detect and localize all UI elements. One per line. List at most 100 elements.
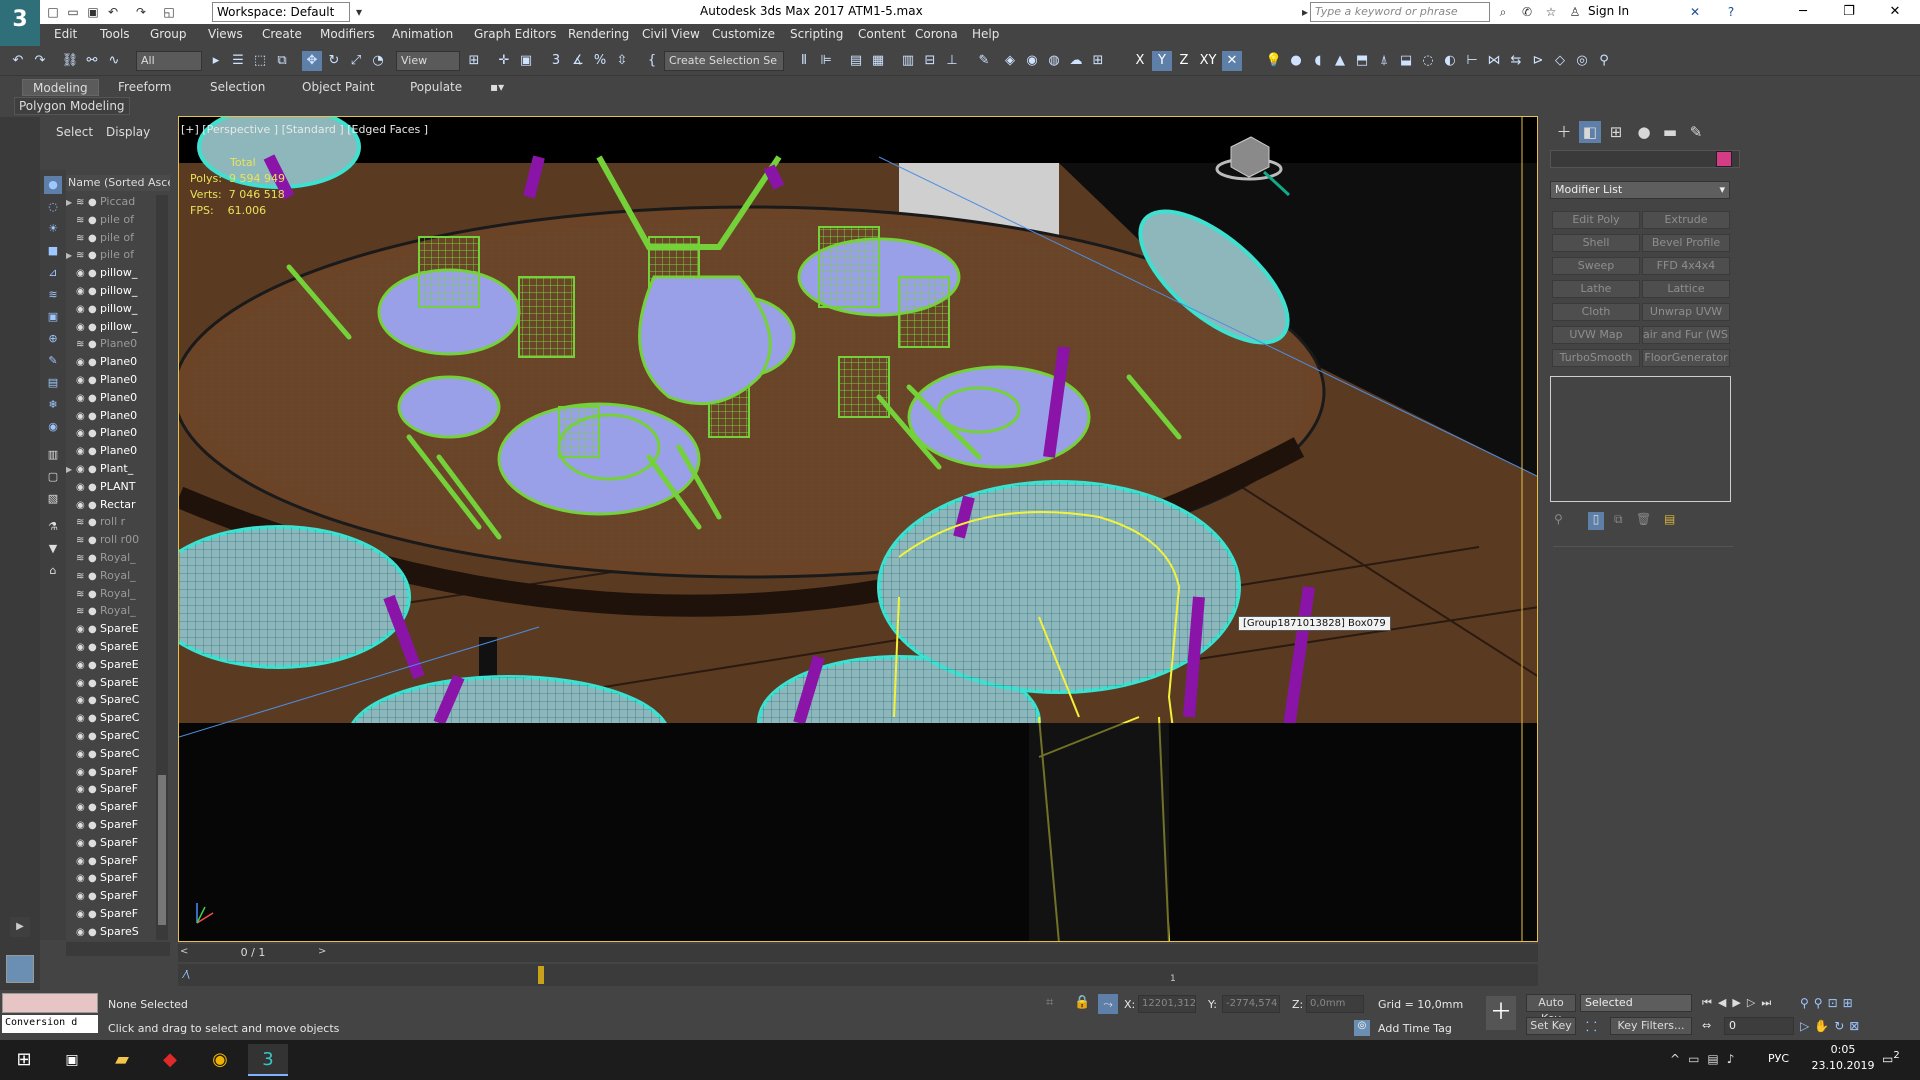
list-item[interactable]: ≋ ● pile of <box>66 211 170 229</box>
redo-icon[interactable]: ↷ <box>30 51 50 71</box>
x-coordinate-field[interactable]: 12201,312 <box>1138 995 1196 1013</box>
visibility-eye-icon[interactable]: ◉ <box>76 853 88 870</box>
axis-x-icon[interactable]: X <box>1130 51 1150 71</box>
key-selection-dropdown[interactable]: Selected <box>1580 994 1692 1012</box>
corona-sky-icon[interactable]: ◐ <box>1440 51 1460 71</box>
list-item[interactable]: ◉ ● SpareC <box>66 691 170 709</box>
modify-panel-icon[interactable]: ◧ <box>1579 121 1601 143</box>
expand-arrow-icon[interactable]: ▶ <box>66 461 76 478</box>
display-invert-icon[interactable]: ▧ <box>44 490 62 508</box>
list-item[interactable]: ◉ ● SpareE <box>66 656 170 674</box>
modifier-button-extrude[interactable]: Extrude <box>1642 211 1730 229</box>
scrollbar-thumb[interactable] <box>158 775 166 925</box>
hidden-layer-icon[interactable]: ≋ <box>76 230 88 247</box>
hidden-layer-icon[interactable]: ≋ <box>76 532 88 549</box>
visibility-eye-icon[interactable]: ◉ <box>76 408 88 425</box>
hierarchy-panel-icon[interactable]: ⊞ <box>1605 121 1627 143</box>
hidden-layer-icon[interactable]: ≋ <box>76 568 88 585</box>
render-icon[interactable]: ◉ <box>1022 51 1042 71</box>
tab-selection[interactable]: Selection <box>200 79 275 96</box>
display-all-icon[interactable]: ▥ <box>44 446 62 464</box>
axis-constraint-icon[interactable]: ✕ <box>1222 51 1242 71</box>
viewport-label-menu[interactable]: [+] [Perspective ] [Standard ] [Edged Fa… <box>181 123 428 136</box>
show-end-result-icon[interactable]: ▯ <box>1588 512 1604 530</box>
material-editor-icon[interactable]: ⊥ <box>942 51 962 71</box>
display-spacewarps-icon[interactable]: ≋ <box>44 286 62 304</box>
select-manipulate-icon[interactable]: ✛ <box>494 51 514 71</box>
list-item[interactable]: ◉ ● SpareF <box>66 905 170 923</box>
z-coordinate-field[interactable]: 0,0mm <box>1306 995 1364 1013</box>
current-frame-spinner[interactable]: 0 <box>1724 1017 1794 1035</box>
hidden-layer-icon[interactable]: ≋ <box>76 336 88 353</box>
maxscript-output[interactable]: Conversion d <box>2 1015 98 1033</box>
key-filters-button[interactable]: Key Filters... <box>1610 1017 1692 1035</box>
explorer-horizontal-scrollbar[interactable] <box>66 942 170 956</box>
user-icon[interactable]: ♙ <box>1566 3 1584 21</box>
help-icon[interactable]: ? <box>1722 3 1740 21</box>
visibility-eye-icon[interactable]: ◉ <box>76 497 88 514</box>
corona-converter-icon[interactable]: ⇆ <box>1506 51 1526 71</box>
visibility-eye-icon[interactable]: ◉ <box>76 764 88 781</box>
close-button[interactable]: ✕ <box>1872 0 1918 24</box>
hidden-layer-icon[interactable]: ≋ <box>76 550 88 567</box>
list-item[interactable]: ≋ ● roll r <box>66 513 170 531</box>
corona-proxy-icon[interactable]: ▲ <box>1330 51 1350 71</box>
menu-group[interactable]: Group <box>150 27 187 41</box>
keyboard-shortcut-icon[interactable]: ▣ <box>516 51 536 71</box>
list-item[interactable]: ◉ ● Plane0 <box>66 353 170 371</box>
time-slider-next-icon[interactable]: > <box>318 946 326 957</box>
list-item[interactable]: ≋ ● Royal_ <box>66 567 170 585</box>
display-helpers-icon[interactable]: ⊿ <box>44 264 62 282</box>
menu-graph-editors[interactable]: Graph Editors <box>474 27 556 41</box>
menu-help[interactable]: Help <box>972 27 999 41</box>
set-key-mode-icon[interactable]: ＋ <box>1486 996 1516 1030</box>
menu-scripting[interactable]: Scripting <box>790 27 843 41</box>
filter-icon[interactable]: ▼ <box>44 540 62 558</box>
list-item[interactable]: ◉ ● SpareF <box>66 763 170 781</box>
go-to-end-icon[interactable]: ⏭ <box>1761 996 1777 1009</box>
explorer-tab-display[interactable]: Display <box>106 125 150 139</box>
modifier-button-lathe[interactable]: Lathe <box>1552 280 1640 298</box>
angle-snap-icon[interactable]: ∡ <box>568 51 588 71</box>
render-cloud-icon[interactable]: ☁ <box>1066 51 1086 71</box>
explorer-options-icon[interactable]: ⌂ <box>44 562 62 580</box>
open-file-icon[interactable]: ▭ <box>64 3 82 21</box>
layer-explorer-icon[interactable]: ▤ <box>846 51 866 71</box>
maximize-viewport-icon[interactable]: ⊠ <box>1849 1019 1864 1033</box>
list-item[interactable]: ≋ ● Royal_ <box>66 602 170 620</box>
lock-selection-icon[interactable]: 🔒 <box>1074 995 1090 1010</box>
tab-populate[interactable]: Populate <box>400 79 472 96</box>
tab-object-paint[interactable]: Object Paint <box>292 79 385 96</box>
select-object-icon[interactable]: ▸ <box>206 51 226 71</box>
default-tangent-icon[interactable]: ⸬ <box>1586 1017 1597 1035</box>
align-icon[interactable]: ⊫ <box>816 51 836 71</box>
project-icon[interactable]: ◱ <box>160 3 178 21</box>
absolute-mode-icon[interactable]: ⤳ <box>1098 994 1118 1014</box>
axis-z-icon[interactable]: Z <box>1174 51 1194 71</box>
utilities-panel-icon[interactable]: ✎ <box>1685 121 1707 143</box>
zoom-extents-all-icon[interactable]: ⊞ <box>1843 996 1858 1010</box>
list-item[interactable]: ◉ ● SpareF <box>66 798 170 816</box>
corona-interactive-icon[interactable]: ⊳ <box>1528 51 1548 71</box>
visibility-eye-icon[interactable]: ◉ <box>76 372 88 389</box>
percent-snap-icon[interactable]: % <box>590 51 610 71</box>
modifier-button-edit-poly[interactable]: Edit Poly <box>1552 211 1640 229</box>
visibility-eye-icon[interactable]: ◉ <box>76 924 88 941</box>
list-item[interactable]: ▶ ≋ ● Piccad <box>66 193 170 211</box>
unlink-icon[interactable]: ⚯ <box>82 51 102 71</box>
visibility-eye-icon[interactable]: ◉ <box>76 354 88 371</box>
list-item[interactable]: ◉ ● pillow_ <box>66 300 170 318</box>
list-item[interactable]: ◉ ● pillow_ <box>66 264 170 282</box>
mirror-icon[interactable]: ⫴ <box>794 51 814 71</box>
list-item[interactable]: ◉ ● SpareF <box>66 887 170 905</box>
visibility-eye-icon[interactable]: ◉ <box>76 781 88 798</box>
display-shapes-icon[interactable]: ◌ <box>44 198 62 216</box>
time-marker[interactable] <box>538 966 544 984</box>
notifications-icon[interactable]: ▭2 <box>1882 1050 1908 1070</box>
visibility-eye-icon[interactable]: ◉ <box>76 283 88 300</box>
polygon-modeling-panel[interactable]: Polygon Modeling <box>14 97 130 115</box>
corona-decal-icon[interactable]: ⬓ <box>1396 51 1416 71</box>
undo-icon[interactable]: ↶ <box>104 3 122 21</box>
configure-modifier-sets-icon[interactable]: ▤ <box>1664 512 1675 526</box>
tab-modeling[interactable]: Modeling <box>22 79 99 96</box>
